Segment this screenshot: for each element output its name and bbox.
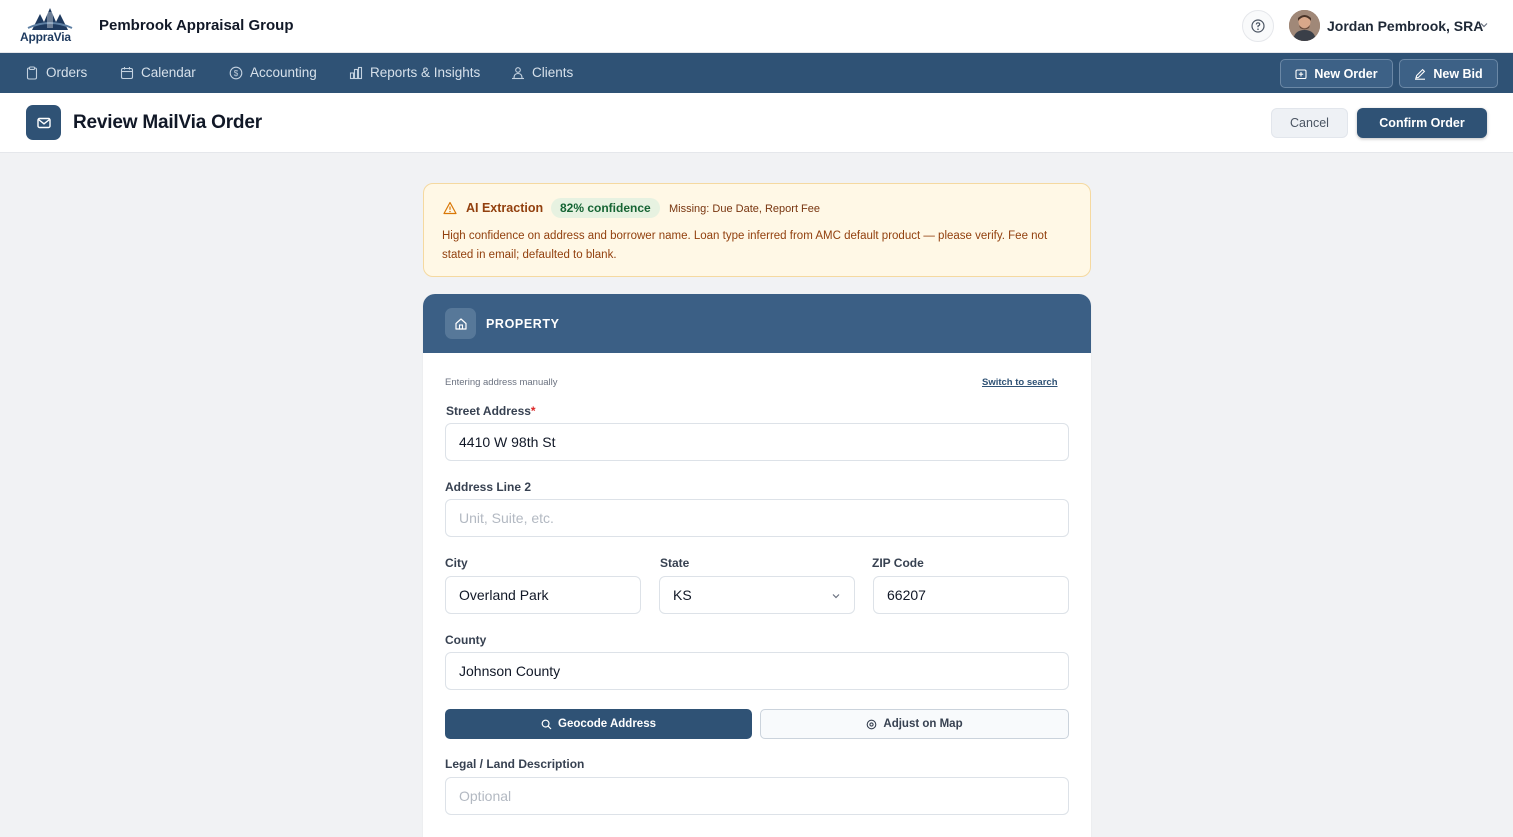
user-avatar[interactable]: [1289, 10, 1320, 41]
new-order-icon: [1295, 68, 1307, 79]
dollar-icon: $: [229, 66, 243, 79]
zip-label: ZIP Code: [872, 556, 924, 570]
city-input[interactable]: Overland Park: [445, 576, 641, 614]
user-name[interactable]: Jordan Pembrook, SRA: [1327, 18, 1483, 34]
help-button[interactable]: [1242, 10, 1274, 42]
ai-extraction-alert: AI Extraction 82% confidence Missing: Du…: [423, 183, 1091, 277]
top-header: ApprаVia Pembrook Appraisal Group Jordan…: [0, 0, 1513, 53]
manual-entry-note: Entering address manually: [445, 377, 558, 388]
new-order-label: New Order: [1314, 66, 1378, 81]
nav-accounting[interactable]: $ Accounting: [229, 65, 317, 80]
clipboard-icon: [26, 65, 38, 80]
nav-reports[interactable]: Reports & Insights: [349, 65, 480, 80]
nav-calendar[interactable]: Calendar: [120, 65, 196, 80]
alert-description: High confidence on address and borrower …: [442, 230, 1048, 261]
state-select-value: KS: [673, 587, 692, 603]
property-card: PROPERTY Entering address manually Switc…: [423, 294, 1091, 837]
zip-input[interactable]: 66207: [873, 576, 1069, 614]
state-label: State: [660, 556, 690, 570]
adjust-on-map-button[interactable]: Adjust on Map: [760, 709, 1069, 739]
page-header: Review MailVia Order Cancel Confirm Orde…: [0, 93, 1513, 153]
county-input[interactable]: Johnson County: [445, 652, 1069, 690]
nav-calendar-label: Calendar: [141, 65, 196, 80]
address-line2-input[interactable]: Unit, Suite, etc.: [445, 499, 1069, 537]
calendar-icon: [120, 66, 134, 79]
legal-description-input[interactable]: Optional: [445, 777, 1069, 815]
chevron-down-icon[interactable]: [1479, 20, 1489, 30]
missing-fields-text: Missing: Due Date, Report Fee: [669, 203, 821, 215]
required-marker: *: [530, 404, 536, 418]
nav-accounting-label: Accounting: [250, 65, 317, 80]
page-title: Review MailVia Order: [73, 112, 262, 133]
nav-reports-label: Reports & Insights: [370, 65, 481, 80]
nav-orders-label: Orders: [46, 65, 88, 80]
home-icon: [445, 308, 476, 339]
main-nav: Orders Calendar $ Accounting Reports & I…: [0, 53, 1513, 93]
street-address-input[interactable]: 4410 W 98th St: [445, 423, 1069, 461]
street-address-label: Street Address*: [446, 404, 536, 418]
alert-title: AI Extraction: [466, 201, 544, 215]
chevron-down-icon: [832, 594, 840, 599]
confidence-badge: 82% confidence: [551, 198, 660, 218]
nav-clients[interactable]: Clients: [511, 65, 573, 80]
new-order-button[interactable]: New Order: [1280, 59, 1393, 88]
confirm-order-button[interactable]: Confirm Order: [1357, 108, 1487, 138]
switch-to-search-link[interactable]: Switch to search: [982, 377, 1058, 388]
state-select[interactable]: KS: [659, 576, 855, 614]
county-label: County: [445, 633, 487, 647]
bar-chart-icon: [349, 66, 363, 79]
new-bid-label: New Bid: [1433, 66, 1483, 81]
section-title: PROPERTY: [486, 317, 560, 331]
help-icon: [1251, 19, 1265, 33]
address-line2-label: Address Line 2: [445, 480, 532, 494]
pencil-icon: [1415, 68, 1426, 80]
svg-text:$: $: [234, 69, 239, 78]
adjust-on-map-label: Adjust on Map: [883, 718, 963, 730]
logo-wordmark: ApprаVia: [20, 30, 71, 44]
cancel-button[interactable]: Cancel: [1271, 108, 1348, 138]
company-name: Pembrook Appraisal Group: [99, 17, 294, 34]
search-icon: [541, 719, 552, 729]
map-pin-icon: [867, 719, 877, 729]
nav-orders[interactable]: Orders: [25, 65, 87, 80]
nav-clients-label: Clients: [532, 65, 574, 80]
legal-description-label: Legal / Land Description: [445, 757, 585, 771]
warning-icon: [443, 201, 457, 215]
property-card-header: PROPERTY: [423, 294, 1091, 353]
street-address-label-text: Street Address: [446, 404, 531, 418]
new-bid-button[interactable]: New Bid: [1399, 59, 1498, 88]
geocode-address-label: Geocode Address: [558, 718, 656, 730]
users-icon: [512, 66, 524, 79]
geocode-address-button[interactable]: Geocode Address: [445, 709, 752, 739]
city-label: City: [445, 556, 468, 570]
mail-icon: [26, 105, 61, 140]
